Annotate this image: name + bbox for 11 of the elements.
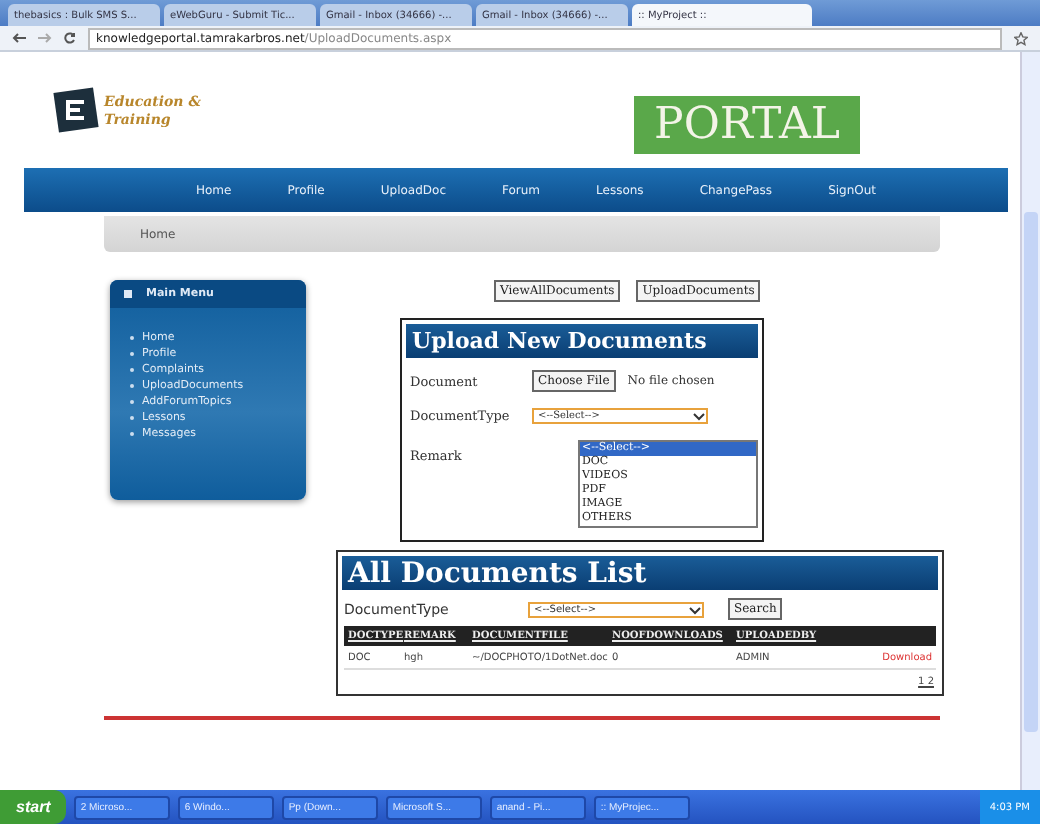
menu-square-icon: [124, 290, 132, 298]
reload-icon[interactable]: [64, 32, 76, 44]
star-icon[interactable]: [1014, 31, 1028, 45]
scroll-thumb[interactable]: [1024, 212, 1038, 732]
dropdown-caret-icon: [688, 603, 702, 615]
portal-title: PORTAL: [634, 95, 860, 153]
logo-icon: [48, 86, 100, 134]
panel-title: All Documents List: [342, 556, 938, 590]
back-icon[interactable]: [12, 32, 26, 44]
panel-title: Upload New Documents: [406, 324, 758, 358]
dropdown-caret-icon: [692, 410, 706, 422]
